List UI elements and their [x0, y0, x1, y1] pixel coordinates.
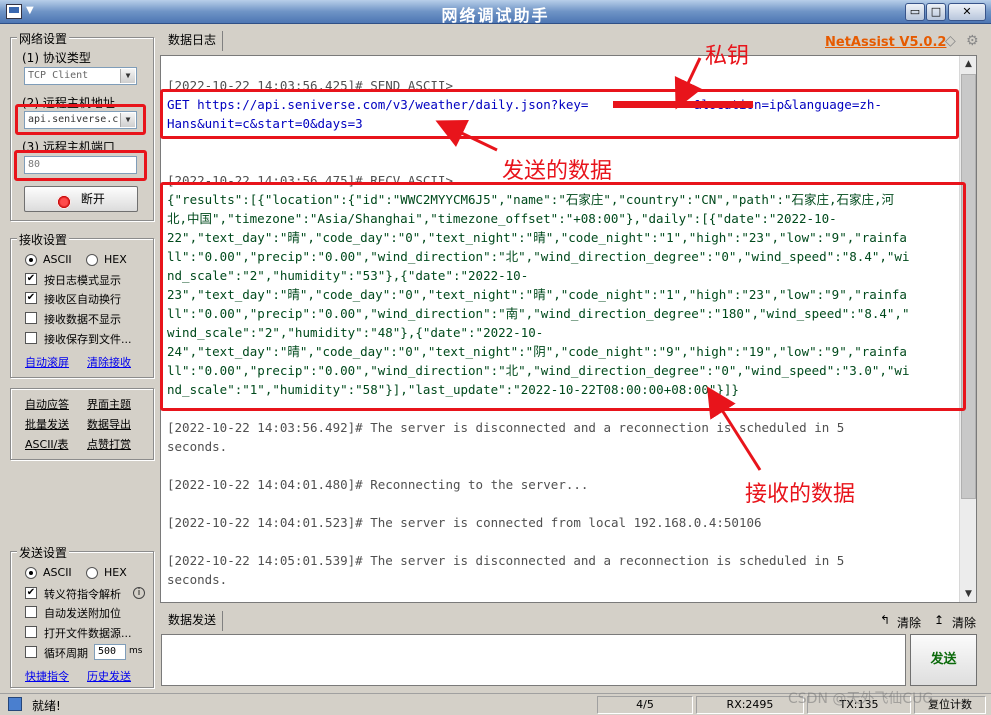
cycle-input[interactable]: 500: [94, 644, 126, 660]
clear-button-1[interactable]: 清除: [897, 614, 921, 631]
send-ascii-radio[interactable]: [25, 567, 37, 579]
chevron-down-icon[interactable]: ▼: [120, 69, 135, 83]
save-to-file-checkbox[interactable]: [25, 332, 37, 344]
ascii-table-link[interactable]: ASCII/表: [25, 436, 68, 452]
status-ready: 就绪!: [32, 699, 61, 713]
file-source-checkbox[interactable]: [25, 626, 37, 638]
recv-ascii-label: ASCII: [43, 253, 72, 266]
auto-append-label: 自动发送附加位: [44, 607, 121, 620]
disconnect-button[interactable]: 断开: [24, 186, 138, 212]
history-link[interactable]: 历史发送: [87, 668, 131, 684]
log-mode-checkbox[interactable]: ✔: [25, 273, 37, 285]
status-bar: 就绪! 4/5 RX:2495 TX:135 复位计数 CSDN @天外飞仙CU…: [0, 691, 991, 715]
file-source-label: 打开文件数据源...: [44, 627, 132, 640]
diamond-icon[interactable]: ◇: [945, 33, 956, 49]
cycle-label: 循环周期: [44, 647, 88, 660]
status-page: 4/5: [597, 696, 693, 714]
auto-scroll-link[interactable]: 自动滚屏: [25, 354, 69, 370]
auto-append-checkbox[interactable]: [25, 606, 37, 618]
protocol-label: (1) 协议类型: [22, 51, 91, 65]
clear-icon[interactable]: ↰: [880, 613, 890, 627]
group-title: 网络设置: [17, 30, 70, 47]
batch-send-link[interactable]: 批量发送: [25, 416, 69, 432]
hide-recv-checkbox[interactable]: [25, 312, 37, 324]
info-icon[interactable]: i: [133, 587, 145, 599]
log-line: [2022-10-22 14:04:01.480]# Reconnecting …: [167, 477, 589, 492]
gear-icon[interactable]: ⚙: [966, 33, 979, 49]
status-icon: [8, 697, 22, 711]
annotation-box-host: [15, 104, 146, 135]
log-line: seconds.: [167, 572, 228, 587]
save-to-file-label: 接收保存到文件...: [44, 333, 132, 346]
data-export-link[interactable]: 数据导出: [87, 416, 131, 432]
annotation-private-key: 私钥: [705, 44, 750, 69]
donate-link[interactable]: 点赞打赏: [87, 436, 131, 452]
cycle-checkbox[interactable]: [25, 646, 37, 658]
title-bar: ▼ 网络调试助手 ▭ □ ✕: [0, 0, 991, 25]
annotation-box-sent: [160, 89, 959, 139]
group-title: 发送设置: [17, 544, 70, 561]
clear-button-2[interactable]: 清除: [952, 614, 976, 631]
auto-reply-link[interactable]: 自动应答: [25, 396, 69, 412]
auto-wrap-checkbox[interactable]: ✔: [25, 292, 37, 304]
cycle-unit: ms: [129, 646, 143, 656]
send-input[interactable]: [161, 634, 906, 686]
scroll-down-icon[interactable]: ▼: [960, 586, 976, 602]
log-line: [2022-10-22 14:05:01.539]# The server is…: [167, 553, 845, 568]
tab-data-send[interactable]: 数据发送: [162, 611, 224, 631]
hide-recv-label: 接收数据不显示: [44, 313, 121, 326]
annotation-sent-data: 发送的数据: [502, 159, 613, 184]
escape-parse-checkbox[interactable]: ✔: [25, 587, 37, 599]
auto-wrap-label: 接收区自动换行: [44, 293, 121, 306]
record-icon: [57, 194, 72, 209]
log-line: seconds.: [167, 439, 228, 454]
maximize-icon[interactable]: □: [926, 3, 946, 21]
log-line: [2022-10-22 14:03:56.492]# The server is…: [167, 420, 845, 435]
watermark: CSDN @天外飞仙CUG: [788, 691, 934, 707]
tab-data-log[interactable]: 数据日志: [162, 31, 224, 51]
send-hex-radio[interactable]: [86, 567, 98, 579]
send-ascii-label: ASCII: [43, 566, 72, 579]
clear-recv-link[interactable]: 清除接收: [87, 354, 131, 370]
brand-link[interactable]: NetAssist V5.0.2: [825, 35, 946, 50]
annotation-box-port: [14, 150, 147, 181]
annotation-box-received: [160, 182, 966, 411]
send-button[interactable]: 发送: [910, 634, 977, 686]
send-hex-label: HEX: [104, 566, 127, 579]
annotation-received-data: 接收的数据: [745, 482, 856, 507]
theme-link[interactable]: 界面主题: [87, 396, 131, 412]
escape-parse-label: 转义符指令解析: [44, 588, 121, 601]
recv-hex-label: HEX: [104, 253, 127, 266]
scroll-up-icon[interactable]: ▲: [960, 56, 976, 72]
group-title: 接收设置: [17, 231, 70, 248]
recv-hex-radio[interactable]: [86, 254, 98, 266]
protocol-select[interactable]: TCP Client ▼: [24, 67, 137, 85]
shortcut-link[interactable]: 快捷指令: [25, 668, 69, 684]
restore-icon[interactable]: ▭: [905, 3, 925, 21]
window-title: 网络调试助手: [441, 6, 550, 25]
clear-icon[interactable]: ↥: [934, 613, 944, 627]
recv-ascii-radio[interactable]: [25, 254, 37, 266]
log-line: [2022-10-22 14:04:01.523]# The server is…: [167, 515, 762, 530]
log-mode-label: 按日志模式显示: [44, 274, 121, 287]
close-button[interactable]: ✕: [948, 3, 986, 21]
